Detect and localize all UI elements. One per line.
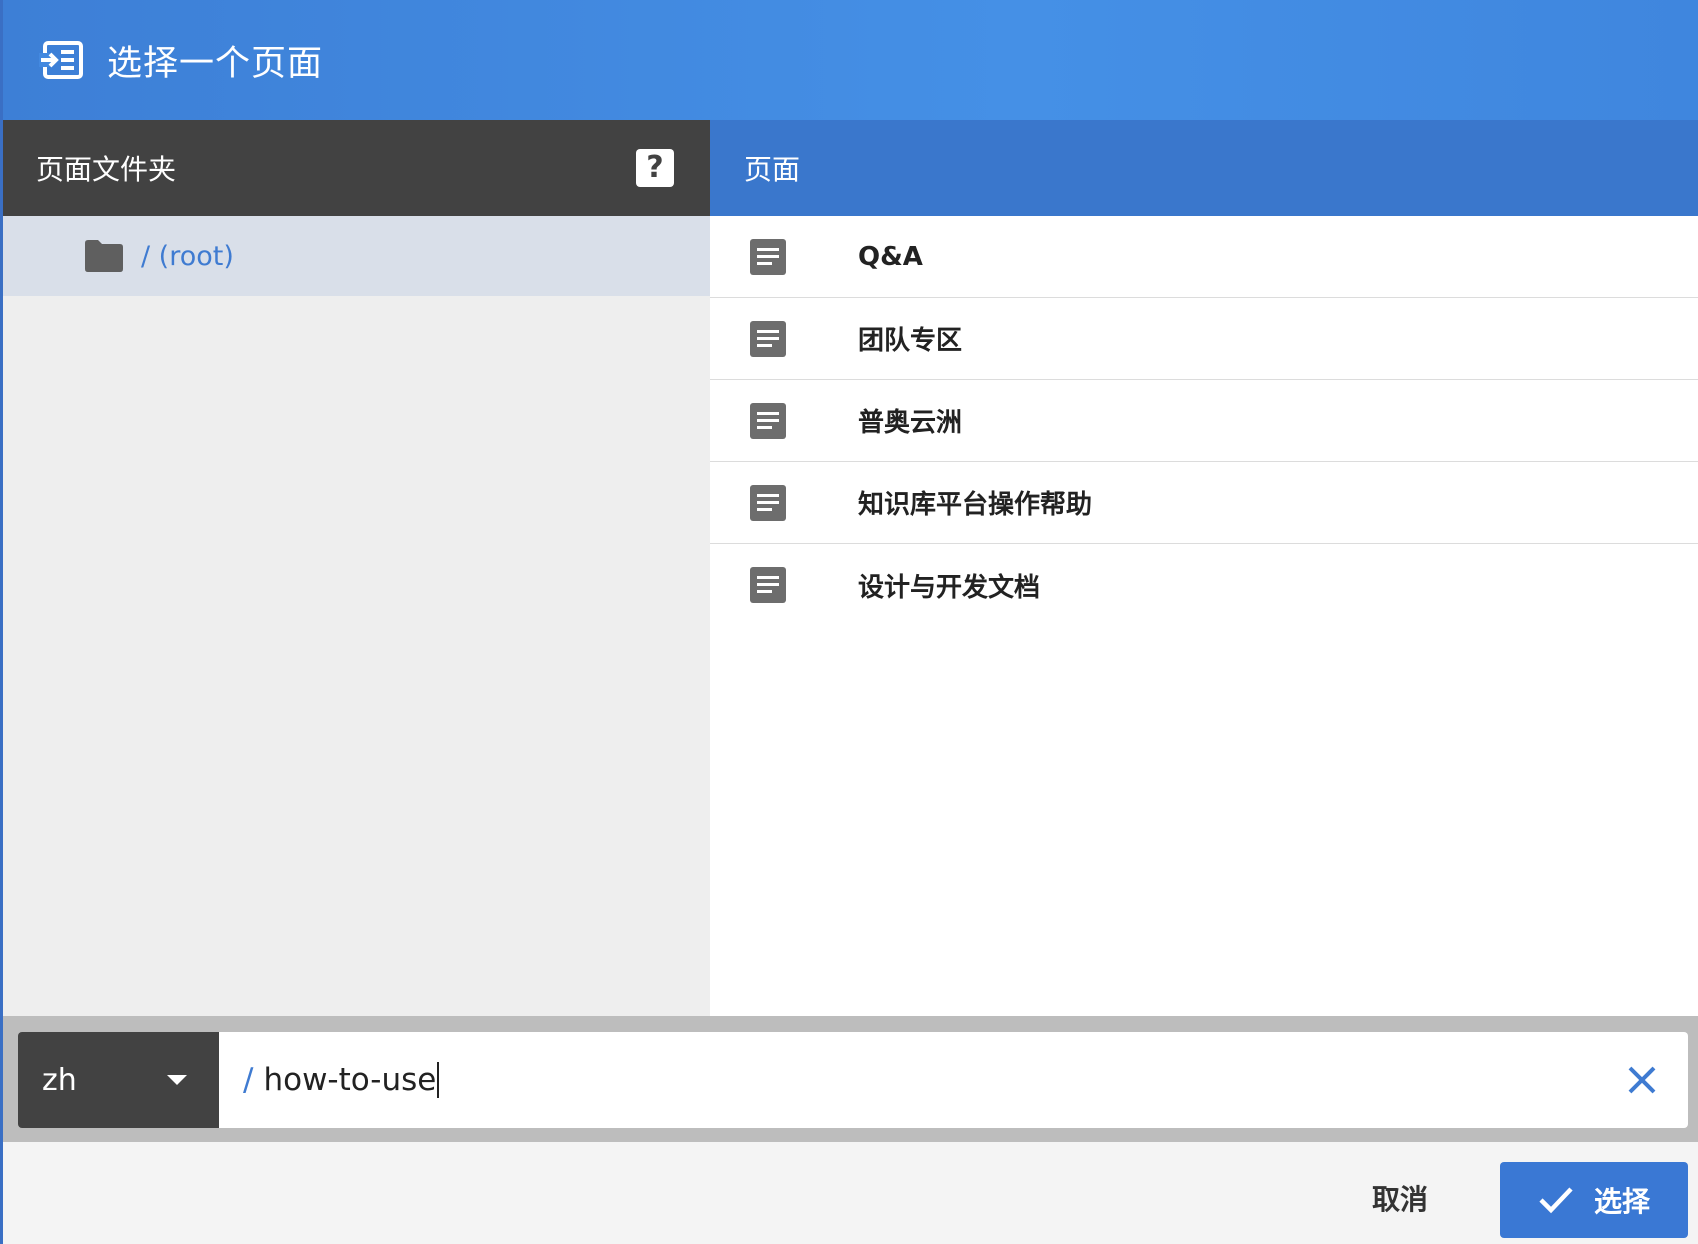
document-icon [750,484,786,521]
locale-select[interactable]: zh [18,1032,219,1128]
folder-item-root[interactable]: / (root) [3,216,710,296]
locale-value: zh [42,1062,77,1098]
folder-icon [83,239,125,273]
page-item[interactable]: 普奥云洲 [710,380,1698,462]
help-icon[interactable]: ? [636,149,674,187]
page-select-dialog: 选择一个页面 页面文件夹 ? 页面 / (root) Q&A 团队专区 普奥云洲… [0,0,1698,1244]
path-prefix: / [243,1062,254,1098]
path-input[interactable]: / how-to-use [219,1032,1688,1128]
page-item[interactable]: 设计与开发文档 [710,544,1698,626]
path-value: how-to-use [263,1062,440,1098]
document-icon [750,402,786,439]
pages-header: 页面 [710,120,1698,216]
page-item[interactable]: 团队专区 [710,298,1698,380]
page-label: 普奥云洲 [858,408,963,438]
page-label: 团队专区 [858,326,963,356]
clear-path-button[interactable] [1624,1062,1660,1098]
move-to-folder-icon [37,39,85,81]
document-icon [750,320,786,357]
page-item[interactable]: Q&A [710,216,1698,298]
caret-down-icon [167,1075,187,1085]
folders-header: 页面文件夹 ? [3,120,710,216]
pages-header-label: 页面 [744,153,801,186]
dialog-titlebar: 选择一个页面 [3,0,1698,120]
folder-label: / (root) [141,240,234,272]
folders-panel: / (root) [3,216,710,1016]
folders-header-label: 页面文件夹 [36,153,177,186]
dialog-footer: 取消 选择 [3,1142,1698,1244]
document-icon [750,238,786,275]
close-icon [1628,1066,1656,1094]
select-button-label: 选择 [1593,1185,1650,1218]
path-bar: zh / how-to-use [3,1016,1698,1142]
page-label: 知识库平台操作帮助 [858,490,1093,520]
page-item[interactable]: 知识库平台操作帮助 [710,462,1698,544]
cancel-button[interactable]: 取消 [1372,1178,1428,1218]
select-button[interactable]: 选择 [1500,1162,1688,1238]
pages-list: Q&A 团队专区 普奥云洲 知识库平台操作帮助 设计与开发文档 [710,216,1698,1016]
document-icon [750,567,786,603]
page-label: 设计与开发文档 [858,572,1041,603]
check-icon [1539,1187,1573,1214]
dialog-title: 选择一个页面 [107,43,324,84]
page-label: Q&A [858,241,923,272]
